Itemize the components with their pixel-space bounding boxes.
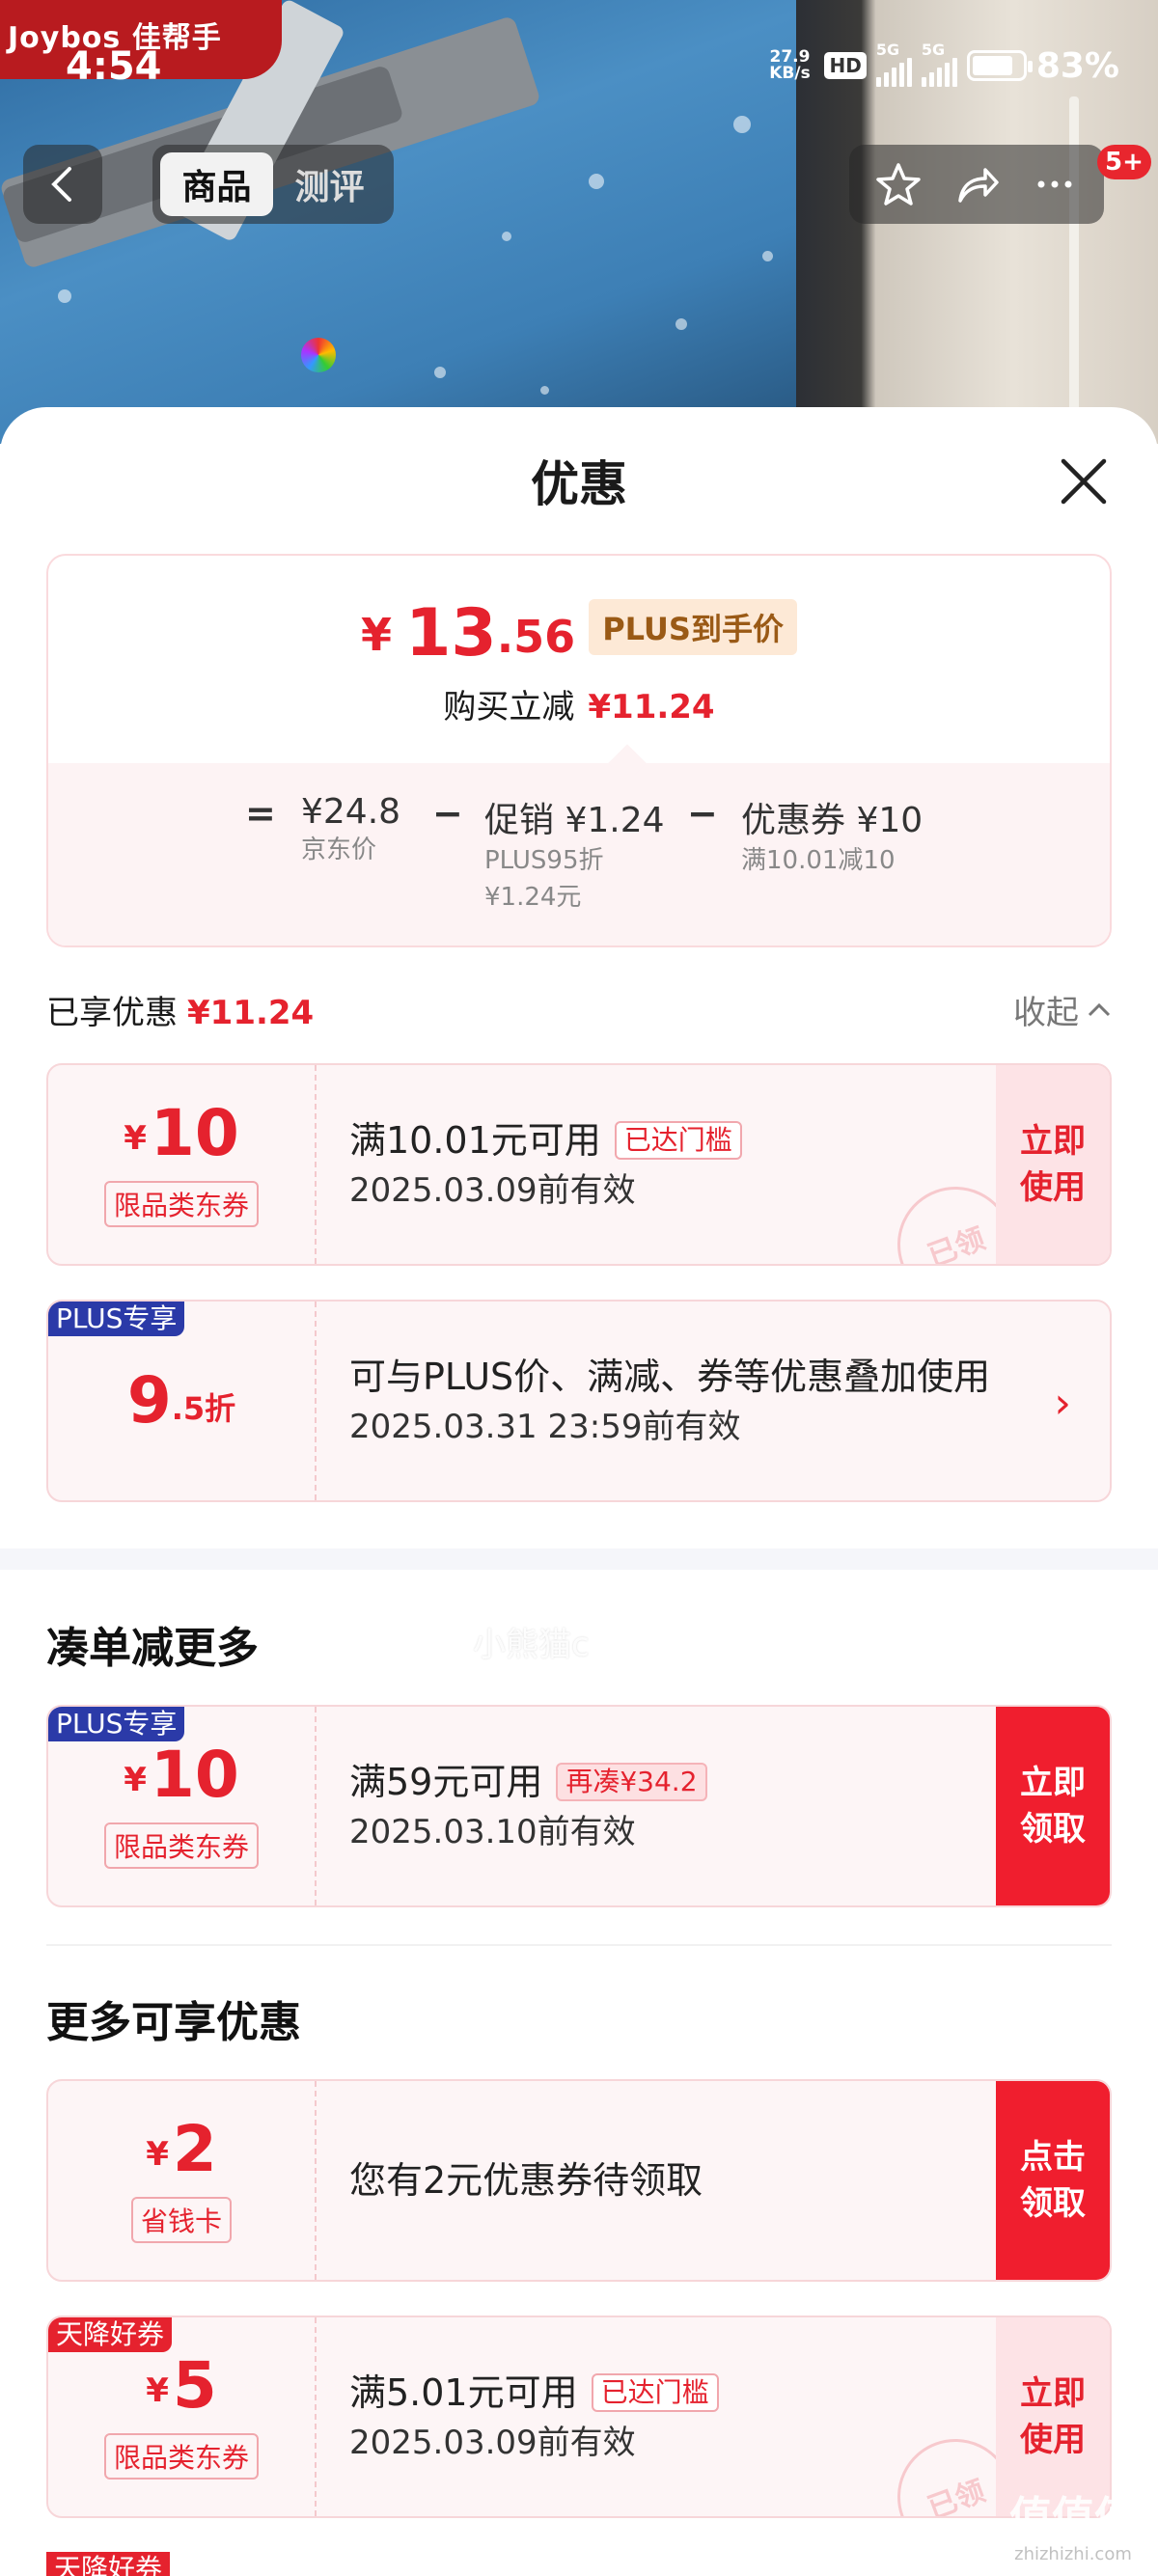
promo-discount: 促销 ¥1.24 PLUS95折 ¥1.24元 bbox=[484, 801, 665, 912]
net-speed: 27.9 KB/s bbox=[769, 47, 811, 83]
minus-sign: − bbox=[432, 792, 463, 835]
click-claim-button[interactable]: 点击 领取 bbox=[996, 2081, 1110, 2280]
coupon-amount: 2 bbox=[172, 2112, 217, 2186]
claim-now-button[interactable]: 立即 领取 bbox=[996, 1707, 1110, 1905]
threshold-tag: 已达门槛 bbox=[614, 1121, 742, 1160]
coupon-amount: 10 bbox=[150, 1096, 239, 1170]
status-bar: 4:54 27.9 KB/s HD 5G 5G 83% bbox=[0, 0, 1158, 106]
discount-validity: 2025.03.31 23:59前有效 bbox=[349, 1408, 741, 1446]
final-price-int: 13 bbox=[405, 595, 497, 671]
chevron-up-icon bbox=[1088, 1002, 1111, 1016]
coupon-condition: 满5.01元可用 bbox=[349, 2371, 578, 2414]
base-price: ¥24.8 京东价 bbox=[301, 792, 401, 864]
collapse-button[interactable]: 收起 bbox=[1013, 986, 1112, 1033]
coupon-condition: 满10.01元可用 bbox=[349, 1119, 601, 1162]
final-price-dec: .56 bbox=[496, 611, 576, 663]
coupon-condition: 您有2元优惠券待领取 bbox=[349, 2159, 703, 2202]
coupon-card-more[interactable]: PLUS专享 ¥10 限品类东券 满59元可用 再凑¥34.2 2025.03.1… bbox=[46, 1705, 1112, 1907]
chevron-right-icon: › bbox=[1054, 1379, 1071, 1428]
watermark: 小熊猫c bbox=[473, 1626, 590, 1664]
coupon-category: 限品类东券 bbox=[103, 1822, 259, 1869]
section-title-more: 凑单减更多 bbox=[46, 1624, 259, 1673]
sky-coupon-tag-2: 天降好券 bbox=[46, 2552, 171, 2576]
battery-icon bbox=[966, 50, 1033, 81]
coupon-discount: 优惠券 ¥10 满10.01减10 bbox=[741, 801, 924, 875]
enjoyed-discount: 已享优惠 ¥11.24 bbox=[46, 994, 315, 1032]
nav-tabs: 商品 测评 bbox=[152, 145, 394, 224]
divider-line bbox=[46, 1944, 1112, 1946]
sky-coupon-card[interactable]: 天降好券 ¥5 限品类东券 满5.01元可用 已达门槛 2025.03.09前有效… bbox=[46, 2316, 1112, 2518]
sheet-title: 优惠 bbox=[531, 456, 627, 512]
use-now-button[interactable]: 立即 使用 bbox=[996, 1065, 1110, 1264]
price-summary: ¥ 13 .56 PLUS到手价 购买立减 ¥11.24 = ¥24.8 京东价 −… bbox=[46, 554, 1112, 947]
coupon-condition: 满59元可用 bbox=[349, 1761, 543, 1803]
discount-desc: 可与PLUS价、满减、券等优惠叠加使用 bbox=[349, 1356, 991, 1398]
discount-rate: 9 bbox=[126, 1363, 172, 1438]
signal-icon-2: 5G bbox=[921, 41, 957, 87]
coupon-validity: 2025.03.09前有效 bbox=[349, 2424, 636, 2462]
back-arrow-icon bbox=[51, 167, 71, 202]
coupon-amount: 10 bbox=[150, 1738, 239, 1812]
close-icon[interactable] bbox=[1058, 455, 1110, 507]
signal-icon: 5G bbox=[875, 41, 912, 87]
plus-discount-card[interactable]: PLUS专享 9.5折 可与PLUS价、满减、券等优惠叠加使用 2025.03.… bbox=[46, 1300, 1112, 1502]
reduce-label: 购买立减 bbox=[443, 688, 575, 726]
back-button[interactable] bbox=[23, 145, 102, 224]
threshold-tag: 已达门槛 bbox=[591, 2373, 719, 2412]
more-icon[interactable] bbox=[1031, 160, 1079, 208]
page: Joybos 佳帮手 4:54 27.9 KB/s HD 5G 5G 83% 商… bbox=[0, 0, 1158, 2576]
coupon-card[interactable]: ¥10 限品类东券 满10.01元可用 已达门槛 2025.03.09前有效 已领… bbox=[46, 1063, 1112, 1266]
section-title-extra: 更多可享优惠 bbox=[46, 1998, 301, 2047]
currency-symbol: ¥ bbox=[361, 609, 393, 661]
coupon-amount: 5 bbox=[172, 2348, 217, 2423]
status-time: 4:54 bbox=[66, 44, 162, 89]
hd-icon: HD bbox=[824, 52, 867, 79]
tab-product[interactable]: 商品 bbox=[160, 152, 273, 216]
tab-review[interactable]: 测评 bbox=[273, 152, 386, 216]
saving-card-coupon[interactable]: ¥2 省钱卡 您有2元优惠券待领取 点击 领取 bbox=[46, 2079, 1112, 2282]
more-needed-tag: 再凑¥34.2 bbox=[556, 1763, 707, 1801]
share-icon[interactable] bbox=[952, 160, 1001, 208]
site-watermark: 值值值 zhizhizhi.com bbox=[1009, 2493, 1137, 2564]
coupon-validity: 2025.03.09前有效 bbox=[349, 1171, 636, 1210]
plus-price-tag: PLUS到手价 bbox=[589, 599, 797, 655]
nav-actions bbox=[849, 145, 1104, 224]
coupon-category: 限品类东券 bbox=[103, 2433, 259, 2480]
coupon-validity: 2025.03.10前有效 bbox=[349, 1813, 636, 1851]
coupon-category: 限品类东券 bbox=[103, 1181, 259, 1227]
message-badge: 5+ bbox=[1097, 145, 1151, 179]
section-divider bbox=[0, 1548, 1158, 1570]
equals-sign: = bbox=[245, 792, 276, 835]
coupon-category: 省钱卡 bbox=[130, 2197, 232, 2243]
reduce-value: ¥11.24 bbox=[588, 688, 715, 726]
star-icon[interactable] bbox=[874, 160, 923, 208]
battery-percent: 83% bbox=[1035, 45, 1119, 86]
minus-sign-2: − bbox=[687, 792, 718, 835]
